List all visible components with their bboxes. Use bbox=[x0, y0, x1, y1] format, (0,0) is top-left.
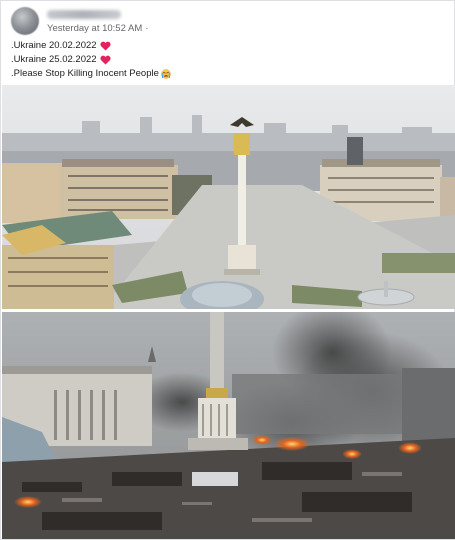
timestamp-text[interactable]: Yesterday at 10:52 AM bbox=[47, 23, 142, 34]
post-text-line: .Ukraine 25.02.2022 bbox=[11, 53, 171, 67]
red-heart-icon bbox=[100, 41, 111, 51]
post-timestamp[interactable]: Yesterday at 10:52 AM · bbox=[47, 23, 148, 34]
photo-after[interactable] bbox=[2, 312, 455, 539]
post-text-line: .Please Stop Killing Inocent People bbox=[11, 67, 171, 81]
post-text-line-3: .Please Stop Killing Inocent People bbox=[11, 68, 159, 79]
photo-before[interactable] bbox=[2, 85, 455, 309]
crying-face-icon bbox=[161, 69, 171, 79]
post-text-line-1: .Ukraine 20.02.2022 bbox=[11, 40, 97, 51]
city-square-photo bbox=[2, 85, 455, 309]
post-text-line-2: .Ukraine 25.02.2022 bbox=[11, 54, 97, 65]
author-avatar[interactable] bbox=[11, 7, 39, 35]
audience-separator: · bbox=[145, 23, 149, 34]
post-header: Yesterday at 10:52 AM · bbox=[9, 7, 449, 37]
post-text-line: .Ukraine 20.02.2022 bbox=[11, 39, 171, 53]
facebook-post: Yesterday at 10:52 AM · .Ukraine 20.02.20… bbox=[0, 0, 455, 540]
author-name-blurred[interactable] bbox=[47, 10, 121, 19]
red-heart-icon bbox=[100, 55, 111, 65]
burning-square-photo bbox=[2, 312, 455, 539]
post-text: .Ukraine 20.02.2022 .Ukraine 25.02.2022 … bbox=[11, 39, 171, 81]
